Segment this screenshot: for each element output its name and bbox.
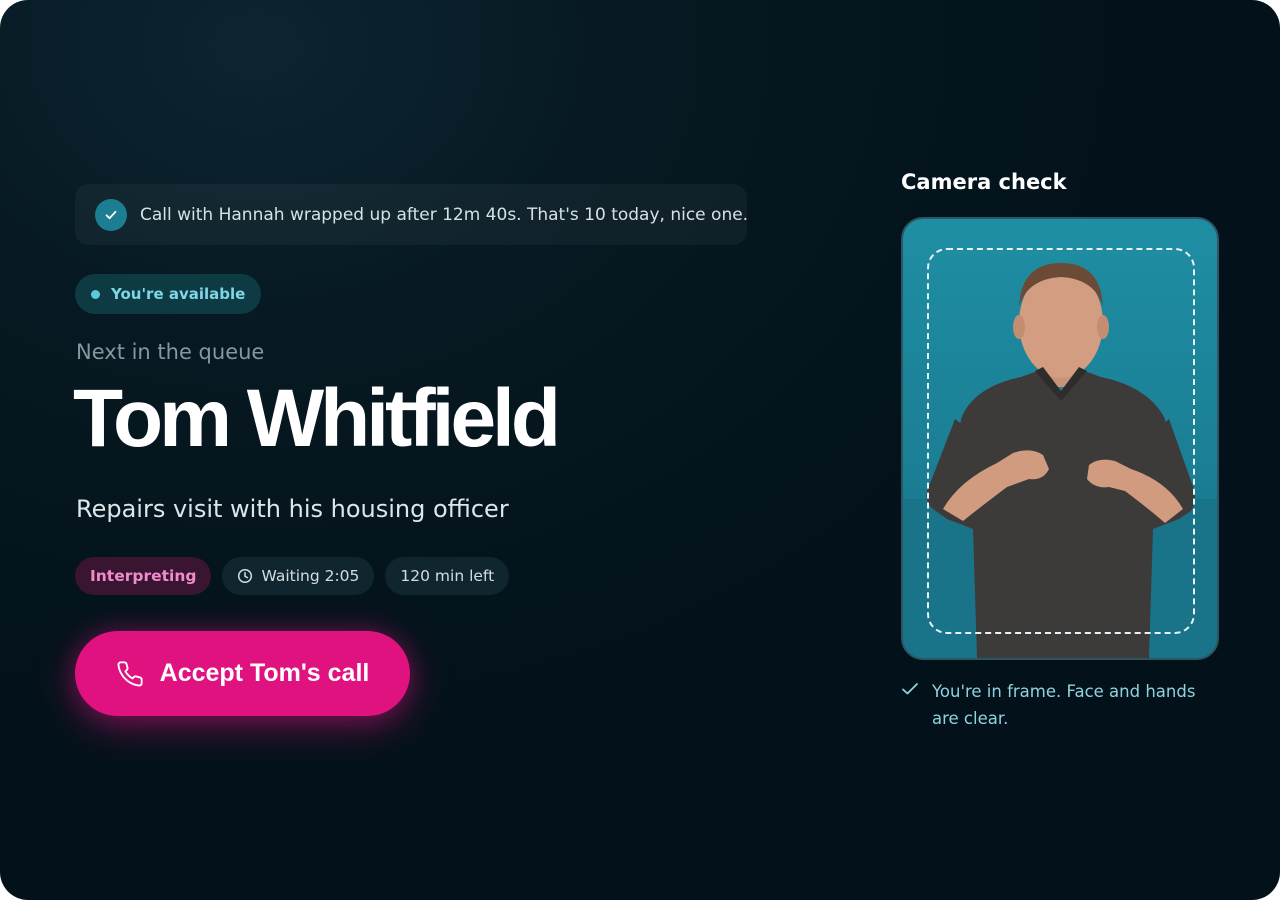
minutes-left-badge: 120 min left [385, 557, 510, 595]
status-dot [91, 289, 100, 299]
phone-icon [116, 660, 144, 688]
camera-status: You're in frame. Face and hands are clea… [901, 678, 1214, 732]
availability-label: You're available [111, 285, 246, 303]
camera-status-text: You're in frame. Face and hands are clea… [932, 682, 1196, 728]
app-screen: Call with Hannah wrapped up after 12m 40… [0, 0, 1280, 900]
clock-icon [237, 568, 253, 584]
queue-label: Next in the queue [76, 340, 265, 364]
frame-guide [927, 248, 1195, 634]
call-details: Interpreting Waiting 2:05 120 min left [75, 557, 510, 595]
accept-call-label: Accept Tom's call [159, 659, 370, 687]
call-purpose: Repairs visit with his housing officer [76, 495, 509, 523]
notification-text: Call with Hannah wrapped up after 12m 40… [140, 204, 749, 225]
call-summary-notification: Call with Hannah wrapped up after 12m 40… [75, 184, 749, 245]
availability-status[interactable]: You're available [75, 274, 262, 314]
camera-preview [901, 217, 1219, 660]
check-icon [901, 681, 919, 697]
service-type-badge: Interpreting [75, 557, 212, 595]
wait-time-badge: Waiting 2:05 [222, 557, 375, 595]
accept-call-button[interactable]: Accept Tom's call [75, 631, 410, 716]
wait-time-text: Waiting 2:05 [261, 567, 360, 585]
check-circle-icon [95, 198, 127, 231]
caller-name: Tom Whitfield [73, 373, 561, 464]
camera-check-title: Camera check [901, 170, 1067, 194]
